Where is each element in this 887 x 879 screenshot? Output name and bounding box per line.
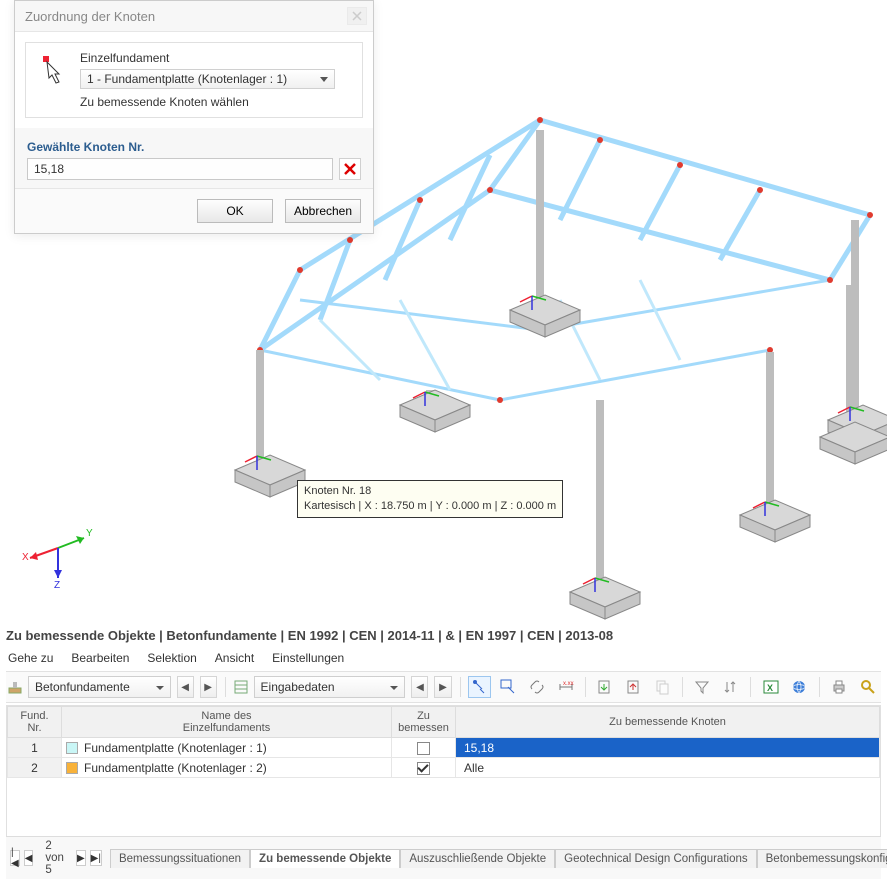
cell-name: Fundamentplatte (Knotenlager : 2) xyxy=(62,758,392,778)
combo-prev[interactable]: ◀ xyxy=(177,676,194,698)
col-header-name[interactable]: Name des Einzelfundaments xyxy=(62,707,392,738)
filter-icon[interactable] xyxy=(691,676,714,698)
cell-nr: 2 xyxy=(8,758,62,778)
cell-nr: 1 xyxy=(8,738,62,758)
dimension-icon[interactable]: x.xx xyxy=(554,676,577,698)
tab-auszuschlie-ende-objekte[interactable]: Auszuschließende Objekte xyxy=(400,849,555,868)
col-header-nr[interactable]: Fund. Nr. xyxy=(8,707,62,738)
print-icon[interactable] xyxy=(828,676,851,698)
foundation-type-value: Betonfundamente xyxy=(35,680,130,694)
pick-single-icon[interactable] xyxy=(468,676,491,698)
mode-prev[interactable]: ◀ xyxy=(411,676,428,698)
menu-view[interactable]: Ansicht xyxy=(215,651,254,665)
svg-text:Z: Z xyxy=(54,580,60,588)
foundation-hint: Zu bemessende Knoten wählen xyxy=(80,95,354,109)
foundation-label: Einzelfundament xyxy=(80,51,354,65)
foundation-dropdown[interactable]: 1 - Fundamentplatte (Knotenlager : 1) xyxy=(80,69,335,89)
col-header-knoten[interactable]: Zu bemessende Knoten xyxy=(456,707,880,738)
bottom-panel: Zu bemessende Objekte | Betonfundamente … xyxy=(6,628,881,879)
tab-zu-bemessende-objekte[interactable]: Zu bemessende Objekte xyxy=(250,849,400,868)
foundation-type-combo[interactable]: Betonfundamente xyxy=(28,676,171,698)
tab-last[interactable]: ▶| xyxy=(90,850,102,866)
tab-counter: 2 von 5 xyxy=(37,840,72,876)
panel-menu: Gehe zu Bearbeiten Selektion Ansicht Ein… xyxy=(6,649,881,671)
sort-icon[interactable] xyxy=(720,676,743,698)
tooltip-line1: Knoten Nr. 18 xyxy=(304,484,556,499)
selected-nodes-input[interactable] xyxy=(27,158,333,180)
menu-goto[interactable]: Gehe zu xyxy=(8,651,53,665)
ok-button[interactable]: OK xyxy=(197,199,273,223)
tab-next[interactable]: ▶ xyxy=(76,850,86,866)
svg-text:Y: Y xyxy=(86,528,93,539)
cell-name: Fundamentplatte (Knotenlager : 1) xyxy=(62,738,392,758)
foundation-type-icon xyxy=(8,680,22,694)
separator xyxy=(819,677,820,697)
node-tooltip: Knoten Nr. 18 Kartesisch | X : 18.750 m … xyxy=(297,480,563,518)
data-mode-combo[interactable]: Eingabedaten xyxy=(254,676,406,698)
foundation-info-box: Einzelfundament 1 - Fundamentplatte (Kno… xyxy=(25,42,363,118)
axis-gizmo: X Y Z xyxy=(18,508,98,588)
col-header-bem[interactable]: Zu bemessen xyxy=(392,707,456,738)
svg-text:X: X xyxy=(767,683,773,693)
selected-nodes-label: Gewählte Knoten Nr. xyxy=(15,140,373,154)
close-icon[interactable] xyxy=(347,7,367,25)
panel-tabs: |◀ ◀ 2 von 5 ▶ ▶| BemessungssituationenZ… xyxy=(6,836,881,879)
foundation-dropdown-value: 1 - Fundamentplatte (Knotenlager : 1) xyxy=(87,72,287,86)
tooltip-line2: Kartesisch | X : 18.750 m | Y : 0.000 m … xyxy=(304,499,556,514)
panel-title: Zu bemessende Objekte | Betonfundamente … xyxy=(6,628,881,643)
copy-icon[interactable] xyxy=(651,676,674,698)
search-icon[interactable] xyxy=(856,676,879,698)
cancel-button[interactable]: Abbrechen xyxy=(285,199,361,223)
tab-betonbemessungskonfigurationen[interactable]: Betonbemessungskonfigurationen xyxy=(757,849,887,868)
separator xyxy=(225,677,226,697)
tab-geotechnical-design-configurations[interactable]: Geotechnical Design Configurations xyxy=(555,849,756,868)
dialog-title: Zuordnung der Knoten xyxy=(25,9,155,24)
cell-knoten[interactable]: 15,18 xyxy=(456,738,880,758)
export-icon[interactable] xyxy=(623,676,646,698)
globe-icon[interactable] xyxy=(788,676,811,698)
mode-next[interactable]: ▶ xyxy=(434,676,451,698)
panel-toolbar: Betonfundamente ◀ ▶ Eingabedaten ◀ ▶ x.x… xyxy=(6,671,881,703)
svg-text:X: X xyxy=(22,552,29,563)
menu-settings[interactable]: Einstellungen xyxy=(272,651,344,665)
clear-button[interactable] xyxy=(339,158,361,180)
cell-bem[interactable] xyxy=(392,738,456,758)
excel-icon[interactable]: X xyxy=(759,676,782,698)
combo-next[interactable]: ▶ xyxy=(200,676,217,698)
pick-window-icon[interactable] xyxy=(497,676,520,698)
table-row[interactable]: 2Fundamentplatte (Knotenlager : 2) Alle xyxy=(8,758,880,778)
link-icon[interactable] xyxy=(526,676,549,698)
cell-knoten[interactable]: Alle xyxy=(456,758,880,778)
svg-text:x.xx: x.xx xyxy=(563,681,574,687)
data-mode-icon xyxy=(234,680,248,694)
separator xyxy=(460,677,461,697)
node-assignment-dialog: Zuordnung der Knoten Einzelfundament 1 -… xyxy=(14,0,374,234)
import-icon[interactable] xyxy=(594,676,617,698)
separator xyxy=(750,677,751,697)
cell-bem[interactable] xyxy=(392,758,456,778)
separator xyxy=(682,677,683,697)
pick-cursor-icon xyxy=(34,51,70,87)
tab-bemessungssituationen[interactable]: Bemessungssituationen xyxy=(110,849,250,868)
dialog-titlebar[interactable]: Zuordnung der Knoten xyxy=(15,1,373,32)
tab-first[interactable]: |◀ xyxy=(10,850,20,866)
menu-select[interactable]: Selektion xyxy=(147,651,196,665)
table-row[interactable]: 1Fundamentplatte (Knotenlager : 1) 15,18 xyxy=(8,738,880,758)
data-mode-value: Eingabedaten xyxy=(261,680,335,694)
tab-prev[interactable]: ◀ xyxy=(24,850,34,866)
separator xyxy=(585,677,586,697)
menu-edit[interactable]: Bearbeiten xyxy=(71,651,129,665)
